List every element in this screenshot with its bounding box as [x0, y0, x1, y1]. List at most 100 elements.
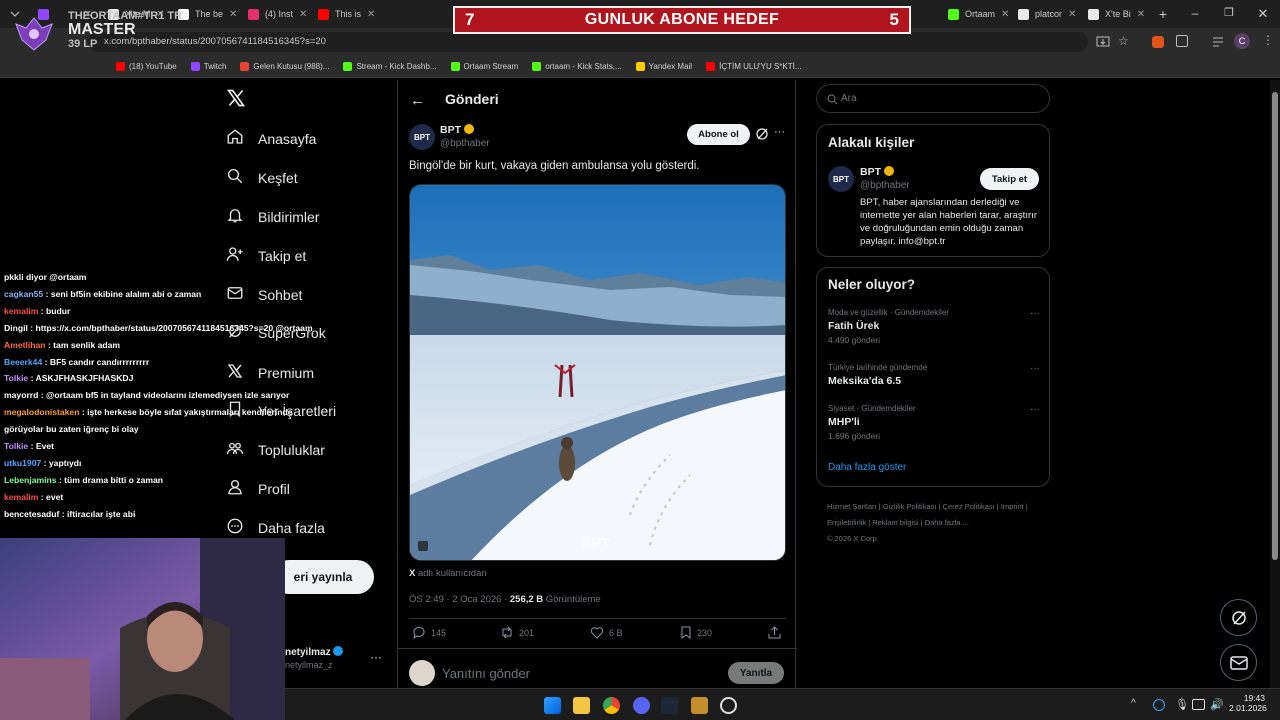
bookmark-item[interactable]: (18) YouTube	[116, 62, 177, 71]
tray-mic-icon[interactable]: 🎙	[1175, 698, 1189, 711]
browser-tab[interactable]: This is ✕	[310, 0, 380, 28]
trend-item[interactable]: Türkiye tarihinde gündemde Meksika'da 6.5…	[828, 363, 1040, 390]
discord-icon[interactable]	[633, 697, 650, 714]
extension-icon[interactable]	[1152, 36, 1164, 48]
source-attribution[interactable]: X adlı kullanıcıdan	[409, 568, 487, 579]
trend-item[interactable]: Moda ve güzellik · Gündemdekiler Fatih Ür…	[828, 308, 1040, 345]
grok-icon[interactable]	[755, 127, 769, 146]
nav-item-search[interactable]: Keşfet	[226, 167, 298, 188]
nav-item-bell[interactable]: Bildirimler	[226, 206, 319, 227]
trend-more-icon[interactable]: ···	[1030, 363, 1040, 374]
author-handle[interactable]: @bpthaber	[440, 138, 490, 149]
footer-link[interactable]: Daha fazla ...	[925, 518, 969, 527]
post-timestamp[interactable]: ÖS 2:49 · 2 Oca 2026 ·	[409, 594, 507, 605]
obs-icon[interactable]	[720, 697, 737, 714]
bookmark-label: Stream - Kick Dashb...	[356, 62, 437, 71]
nav-item-profile[interactable]: Profil	[226, 478, 290, 499]
tab-close-icon[interactable]: ✕	[229, 9, 237, 20]
back-arrow-icon[interactable]: ←	[410, 92, 425, 109]
bookmark-item[interactable]: Twitch	[190, 62, 226, 71]
new-tab-button[interactable]: +	[1150, 6, 1176, 22]
author-avatar[interactable]: BPT	[409, 124, 435, 150]
footer-link[interactable]: Reklam bilgisi	[872, 518, 918, 527]
sidepanel-icon[interactable]	[1212, 35, 1224, 47]
repost-action[interactable]: 201	[500, 626, 534, 639]
scrollbar-track[interactable]	[1270, 80, 1280, 688]
league-icon[interactable]	[691, 697, 708, 714]
trend-item[interactable]: Siyaset · Gündemdekiler MHP'li 1.696 gönde…	[828, 404, 1040, 441]
steam-icon[interactable]	[661, 697, 678, 714]
bookmark-item[interactable]: ortaam - Kick Stats,...	[532, 62, 622, 71]
footer-link[interactable]: Çerez Politikası	[943, 502, 995, 511]
bookmark-item[interactable]: Stream - Kick Dashb...	[343, 62, 437, 71]
minimize-button[interactable]: –	[1178, 6, 1212, 22]
reply-button[interactable]: Yanıtla	[728, 662, 784, 684]
tab-close-icon[interactable]: ✕	[299, 9, 307, 20]
trend-more-icon[interactable]: ···	[1030, 404, 1040, 415]
reply-input[interactable]: Yanıtını gönder	[442, 666, 530, 681]
close-window-button[interactable]: ✕	[1246, 6, 1280, 22]
tray-clock[interactable]: 19:43 2.01.2026	[1229, 693, 1267, 713]
tray-chevron-icon[interactable]: ^	[1131, 698, 1136, 709]
nav-item-follow[interactable]: Takip et	[226, 245, 306, 266]
search-input[interactable]: Ara	[816, 84, 1050, 113]
post-button[interactable]: eri yayınla	[272, 560, 374, 594]
extensions-puzzle-icon[interactable]	[1176, 35, 1188, 47]
messages-floating-button[interactable]	[1220, 644, 1257, 681]
trend-more-icon[interactable]: ···	[1030, 308, 1040, 319]
bookmark-item[interactable]: Ortaam Stream	[450, 62, 518, 71]
footer-link[interactable]: Gizlilik Politikası	[883, 502, 937, 511]
bookmark-item[interactable]: Gelen Kutusu (988)...	[240, 62, 329, 71]
profile-avatar[interactable]: C	[1234, 33, 1250, 49]
relevant-name[interactable]: BPT	[860, 166, 894, 178]
browser-menu-icon[interactable]: ⋮	[1262, 33, 1274, 47]
bookmark-action[interactable]: 230	[680, 626, 712, 639]
like-action[interactable]: 6 B	[590, 626, 623, 639]
bookmark-item[interactable]: Yandex Mail	[635, 62, 692, 71]
install-icon[interactable]	[1096, 35, 1110, 49]
footer-link[interactable]: Imprint	[1001, 502, 1024, 511]
trends-card: Neler oluyor? Moda ve güzellik · Gündemd…	[816, 267, 1050, 487]
nav-item-communities[interactable]: Topluluklar	[226, 439, 325, 460]
follow-button[interactable]: Takip et	[980, 168, 1039, 190]
share-icon[interactable]	[768, 626, 781, 644]
bookmark-icon	[681, 626, 691, 639]
x-logo-icon[interactable]	[226, 88, 246, 113]
scrollbar-thumb[interactable]	[1272, 92, 1278, 560]
tray-volume-icon[interactable]: 🔊	[1210, 698, 1224, 711]
browser-tab[interactable]: Ortaam ✕	[940, 0, 1010, 28]
reply-action[interactable]: 145	[412, 626, 446, 639]
tray-network-icon[interactable]	[1192, 699, 1205, 710]
nav-item-more[interactable]: Daha fazla	[226, 517, 325, 538]
show-more-link[interactable]: Daha fazla göster	[828, 462, 906, 473]
author-name[interactable]: BPT	[440, 124, 474, 136]
chrome-icon[interactable]	[603, 697, 620, 714]
account-name[interactable]: netyilmaz	[285, 646, 344, 658]
follow-icon	[226, 245, 244, 266]
footer-link[interactable]: Erişilebilirlik	[827, 518, 866, 527]
bookmark-item[interactable]: İÇTİM ULU'YU S*KTİ...	[706, 62, 802, 71]
nav-item-mail[interactable]: Sohbet	[226, 284, 302, 305]
tray-sync-icon[interactable]	[1153, 699, 1165, 711]
nav-item-x[interactable]: Premium	[226, 362, 314, 383]
post-video[interactable]: BPT	[409, 184, 786, 561]
tab-close-icon[interactable]: ✕	[1001, 9, 1009, 20]
windows-start-icon[interactable]	[544, 697, 561, 714]
bookmark-star-icon[interactable]: ☆	[1118, 34, 1129, 48]
subscribe-button[interactable]: Abone ol	[687, 124, 750, 145]
tab-close-icon[interactable]: ✕	[1068, 9, 1076, 20]
nav-item-label: Takip et	[258, 247, 307, 264]
relevant-avatar[interactable]: BPT	[828, 166, 854, 192]
post-more-icon[interactable]: ···	[774, 126, 785, 138]
maximize-button[interactable]: ❐	[1212, 6, 1246, 22]
footer-link[interactable]: Hizmet Şartları	[827, 502, 877, 511]
tab-close-icon[interactable]: ✕	[1137, 9, 1145, 20]
tab-close-icon[interactable]: ✕	[367, 9, 375, 20]
account-more-icon[interactable]: ···	[370, 650, 382, 664]
browser-tab[interactable]: platcor ✕	[1010, 0, 1080, 28]
file-explorer-icon[interactable]	[573, 697, 590, 714]
nav-item-home[interactable]: Anasayfa	[226, 128, 316, 149]
browser-tab[interactable]: X'te Bi ✕	[1080, 0, 1150, 28]
browser-tab[interactable]: (4) Inst ✕	[240, 0, 310, 28]
grok-floating-button[interactable]	[1220, 599, 1257, 636]
